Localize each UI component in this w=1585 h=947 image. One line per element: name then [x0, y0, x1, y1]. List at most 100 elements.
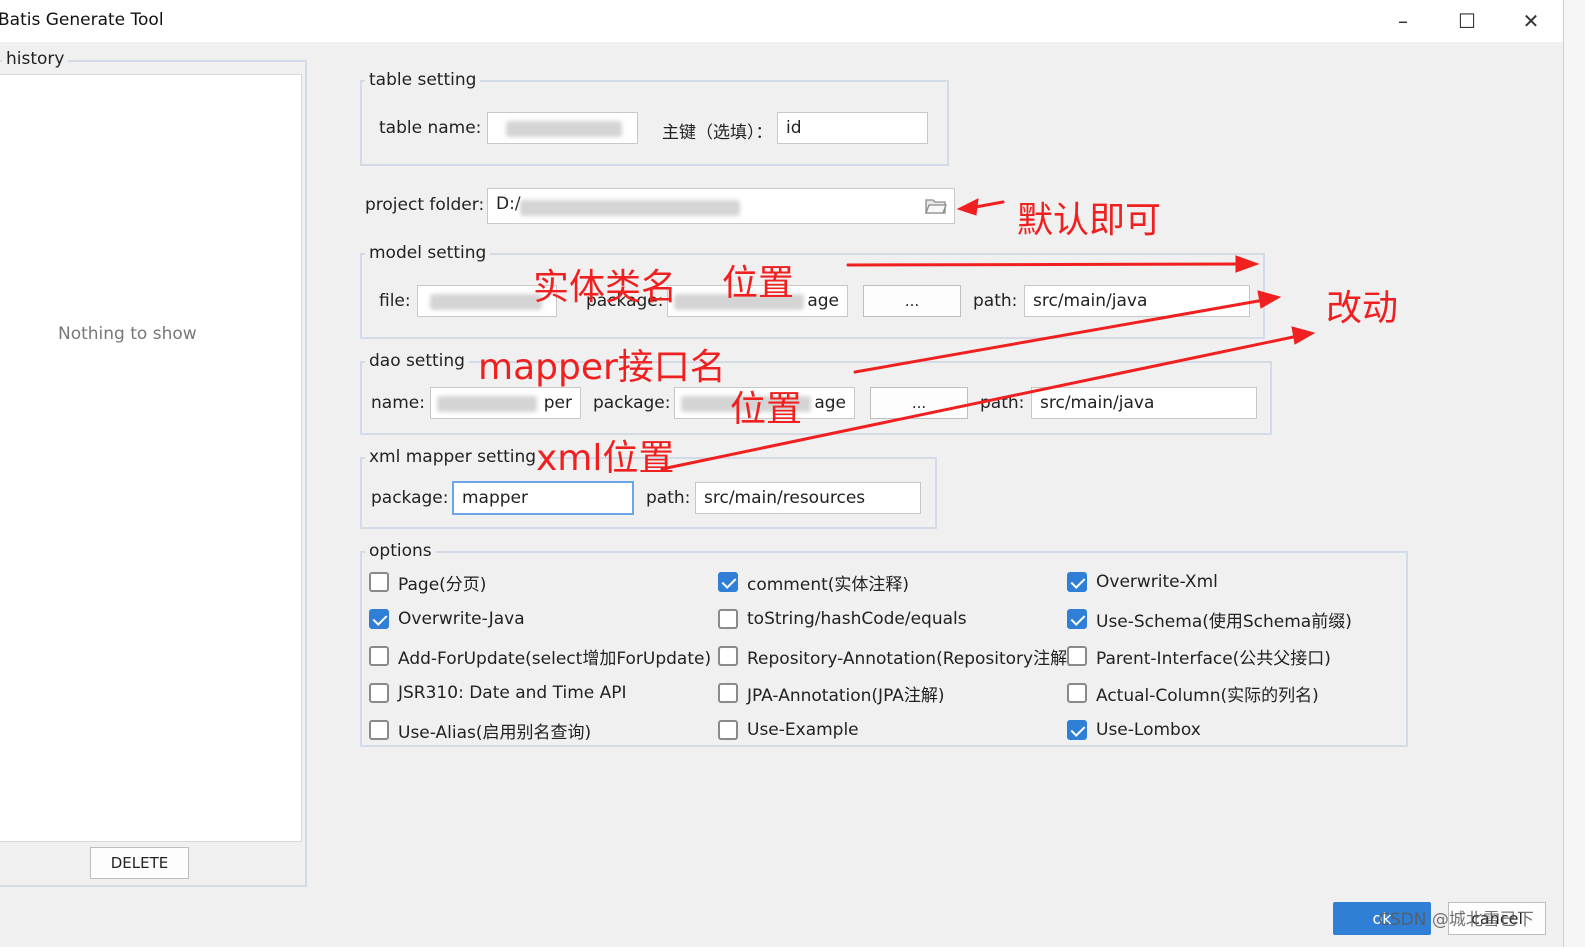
option-checkbox[interactable]: JSR310: Date and Time API [369, 681, 627, 705]
dao-package-visible: age [814, 393, 846, 413]
watermark: CSDN @城北雪已下 [1378, 910, 1534, 930]
model-setting-legend: model setting [365, 243, 491, 263]
option-checkbox[interactable]: Use-Lombox [1067, 718, 1201, 742]
minimize-icon[interactable]: – [1383, 6, 1423, 36]
option-label: Page(分页) [398, 574, 487, 595]
dao-package-label: package: [593, 393, 671, 413]
checkbox-unchecked-icon[interactable] [1067, 683, 1087, 703]
table-name-label: table name: [379, 118, 482, 138]
option-label: JSR310: Date and Time API [398, 683, 627, 703]
dao-path-input[interactable]: src/main/java [1031, 387, 1257, 419]
annotation-position-model: 位置 [722, 263, 795, 304]
annotation-default: 默认即可 [1017, 200, 1162, 241]
dao-setting-legend: dao setting [365, 351, 469, 371]
xml-setting-legend: xml mapper setting [365, 447, 541, 467]
arrowhead-xml [1291, 326, 1316, 345]
checkbox-checked-icon[interactable] [1067, 720, 1087, 740]
option-label: Use-Schema(使用Schema前缀) [1096, 611, 1352, 632]
checkbox-unchecked-icon[interactable] [1067, 646, 1087, 666]
option-checkbox[interactable]: Actual-Column(实际的列名) [1067, 681, 1319, 706]
checkbox-unchecked-icon[interactable] [369, 572, 389, 592]
title-bar: Batis Generate Tool – ☐ ✕ [0, 0, 1563, 42]
history-legend: history [2, 49, 69, 69]
annotation-mapper-name: mapper接口名 [478, 347, 726, 388]
option-label: Add-ForUpdate(select增加ForUpdate) [398, 648, 712, 669]
options-legend: options [365, 541, 436, 561]
option-label: Repository-Annotation(Repository注解) [747, 648, 1074, 669]
delete-button[interactable]: DELETE [90, 847, 189, 879]
table-setting-legend: table setting [365, 70, 481, 90]
dao-package-browse-button[interactable]: ... [870, 387, 968, 419]
option-checkbox[interactable]: Repository-Annotation(Repository注解) [718, 644, 1074, 669]
dao-name-label: name: [371, 393, 425, 413]
xml-path-input[interactable]: src/main/resources [695, 482, 921, 514]
checkbox-unchecked-icon[interactable] [369, 646, 389, 666]
option-label: JPA-Annotation(JPA注解) [747, 685, 945, 706]
project-folder-value: D:/ [496, 194, 521, 214]
history-list[interactable] [0, 74, 302, 842]
option-checkbox[interactable]: Overwrite-Java [369, 607, 525, 631]
option-label: Use-Lombox [1096, 720, 1201, 740]
option-label: comment(实体注释) [747, 574, 910, 595]
checkbox-unchecked-icon[interactable] [718, 683, 738, 703]
option-label: Actual-Column(实际的列名) [1096, 685, 1319, 706]
folder-icon[interactable] [925, 197, 947, 215]
checkbox-checked-icon[interactable] [369, 609, 389, 629]
dao-name-input[interactable]: per [430, 387, 581, 419]
checkbox-checked-icon[interactable] [718, 572, 738, 592]
option-label: Use-Example [747, 720, 859, 740]
checkbox-unchecked-icon[interactable] [718, 646, 738, 666]
checkbox-unchecked-icon[interactable] [369, 683, 389, 703]
option-checkbox[interactable]: Add-ForUpdate(select增加ForUpdate) [369, 644, 712, 669]
redacted-model-file [430, 294, 542, 310]
checkbox-unchecked-icon[interactable] [718, 720, 738, 740]
checkbox-checked-icon[interactable] [1067, 609, 1087, 629]
checkbox-checked-icon[interactable] [1067, 572, 1087, 592]
model-path-input[interactable]: src/main/java [1024, 285, 1250, 317]
redacted-dao-name [437, 396, 537, 412]
project-folder-input[interactable]: D:/ [487, 188, 955, 224]
primary-key-label: 主键（选填）： [662, 123, 773, 143]
model-path-label: path: [973, 291, 1018, 311]
primary-key-input[interactable]: id [777, 112, 928, 144]
option-checkbox[interactable]: JPA-Annotation(JPA注解) [718, 681, 945, 706]
window-title: Batis Generate Tool [0, 10, 164, 30]
arrowhead-default [956, 198, 979, 216]
option-label: Use-Alias(启用别名查询) [398, 722, 592, 743]
option-checkbox[interactable]: Use-Alias(启用别名查询) [369, 718, 592, 743]
checkbox-unchecked-icon[interactable] [718, 609, 738, 629]
annotation-entity-name: 实体类名 [533, 267, 678, 308]
option-checkbox[interactable]: Parent-Interface(公共父接口) [1067, 644, 1331, 669]
option-checkbox[interactable]: comment(实体注释) [718, 570, 910, 595]
checkbox-unchecked-icon[interactable] [369, 720, 389, 740]
xml-package-input[interactable]: mapper [452, 481, 634, 515]
arrow-default [968, 200, 1005, 210]
xml-package-label: package: [371, 488, 449, 508]
option-label: Parent-Interface(公共父接口) [1096, 648, 1331, 669]
option-checkbox[interactable]: Overwrite-Xml [1067, 570, 1218, 594]
option-checkbox[interactable]: Use-Example [718, 718, 859, 742]
project-folder-label: project folder: [365, 195, 485, 215]
option-label: toString/hashCode/equals [747, 609, 967, 629]
annotation-xml-position: xml位置 [536, 438, 675, 479]
history-empty-text: Nothing to show [58, 324, 197, 344]
xml-path-label: path: [646, 488, 691, 508]
annotation-change: 改动 [1326, 288, 1399, 329]
redacted-project-path [520, 200, 740, 216]
model-file-label: file: [379, 291, 411, 311]
window-edge [1563, 0, 1585, 947]
option-checkbox[interactable]: toString/hashCode/equals [718, 607, 967, 631]
option-checkbox[interactable]: Page(分页) [369, 570, 487, 595]
close-icon[interactable]: ✕ [1511, 6, 1551, 36]
option-checkbox[interactable]: Use-Schema(使用Schema前缀) [1067, 607, 1352, 632]
option-label: Overwrite-Java [398, 609, 525, 629]
annotation-position-dao: 位置 [730, 389, 803, 430]
model-package-visible: age [807, 291, 839, 311]
table-name-input[interactable] [487, 112, 638, 144]
redacted-table-name [506, 121, 622, 137]
model-package-browse-button[interactable]: ... [863, 285, 961, 317]
dao-path-label: path: [980, 393, 1025, 413]
maximize-icon[interactable]: ☐ [1447, 6, 1487, 36]
option-label: Overwrite-Xml [1096, 572, 1218, 592]
dao-name-visible: per [543, 393, 572, 413]
